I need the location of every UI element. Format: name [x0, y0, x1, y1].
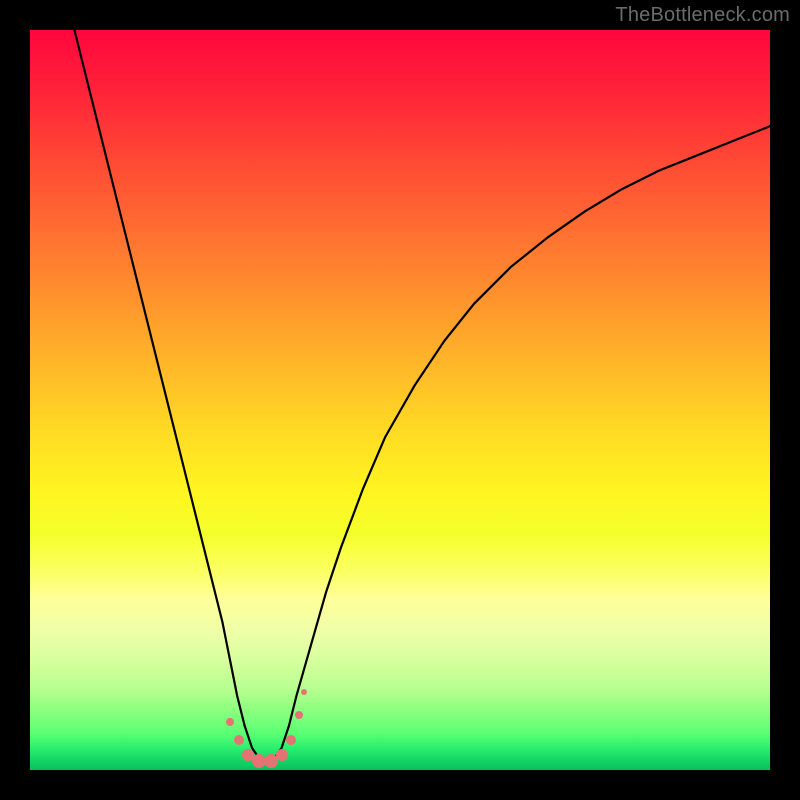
curve-marker — [234, 735, 244, 745]
curve-marker — [276, 749, 288, 761]
curve-marker — [286, 735, 296, 745]
curve-svg — [30, 30, 770, 770]
curve-marker — [295, 711, 303, 719]
curve-marker — [226, 718, 234, 726]
bottleneck-curve — [74, 30, 770, 763]
plot-area — [30, 30, 770, 770]
chart-frame: TheBottleneck.com — [0, 0, 800, 800]
curve-marker — [301, 689, 307, 695]
watermark-text: TheBottleneck.com — [615, 4, 790, 27]
